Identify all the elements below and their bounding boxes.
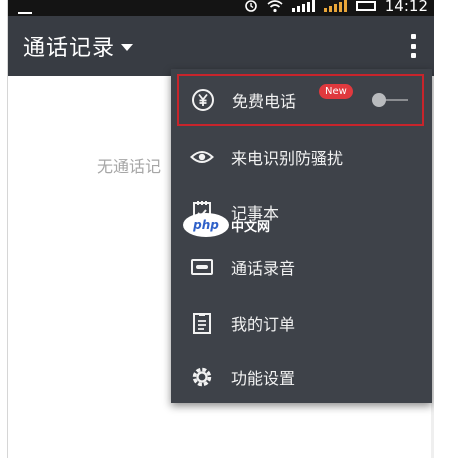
- caret-down-icon: [121, 43, 134, 51]
- menu-item-label: 我的订单: [231, 314, 296, 334]
- menu-item-label: 功能设置: [231, 368, 296, 388]
- wifi-icon: [267, 0, 283, 13]
- status-time: 14:12: [384, 0, 428, 15]
- menu-item-settings[interactable]: 功能设置: [171, 349, 432, 404]
- signal-icon: [291, 0, 315, 12]
- clipboard-icon: [193, 312, 211, 334]
- title-dropdown[interactable]: 通话记录: [23, 30, 134, 62]
- menu-item-call-recording[interactable]: 通话录音: [171, 239, 432, 294]
- gear-icon: [192, 367, 212, 386]
- menu-item-notepad[interactable]: 记事本: [171, 184, 432, 239]
- phone-screen: 14:12 通话记录 无通话记 免费电话 New 来电识别防骚扰 记事本 通话录…: [7, 0, 434, 458]
- free-call-toggle[interactable]: [372, 93, 410, 107]
- menu-item-my-orders[interactable]: 我的订单: [171, 295, 432, 350]
- page-title: 通话记录: [23, 36, 116, 61]
- menu-item-caller-id[interactable]: 来电识别防骚扰: [171, 129, 432, 184]
- notepad-icon: [193, 200, 211, 223]
- empty-state-text: 无通话记: [97, 157, 162, 176]
- photo-icon: [18, 2, 32, 14]
- menu-item-label: 来电识别防骚扰: [231, 148, 344, 168]
- alarm-icon: [244, 0, 257, 12]
- more-vert-icon[interactable]: [406, 32, 420, 60]
- menu-item-label: 通话录音: [231, 258, 296, 278]
- status-icons: 14:12: [244, 0, 428, 14]
- menu-item-free-call[interactable]: 免费电话 New: [177, 74, 424, 126]
- status-bar: 14:12: [8, 0, 434, 16]
- menu-item-label: 记事本: [231, 203, 280, 223]
- yuan-icon: [192, 89, 214, 111]
- recorder-icon: [191, 258, 213, 275]
- menu-item-label: 免费电话: [232, 92, 297, 111]
- signal-icon: [323, 0, 347, 12]
- new-badge: New: [319, 84, 353, 99]
- overflow-menu: 免费电话 New 来电识别防骚扰 记事本 通话录音 我的订单 功能设置: [171, 69, 432, 403]
- eye-icon: [190, 150, 214, 163]
- battery-icon: [355, 1, 376, 11]
- app-bar: 通话记录: [8, 16, 434, 76]
